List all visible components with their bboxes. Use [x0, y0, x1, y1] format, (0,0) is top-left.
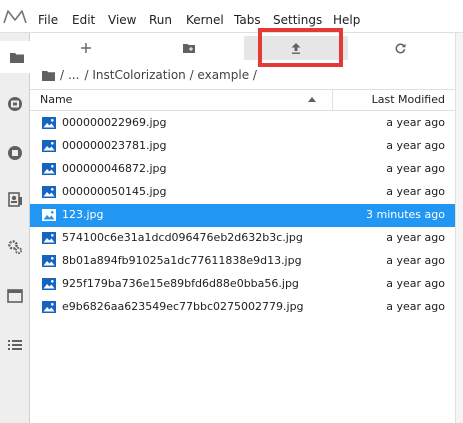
folder-icon: [10, 52, 24, 63]
file-modified-date: a year ago: [386, 254, 445, 267]
file-list-header: Name Last Modified: [30, 89, 463, 111]
last-modified-column-header[interactable]: Last Modified: [372, 93, 445, 106]
image-file-icon: [42, 278, 56, 290]
running-icon: [8, 97, 22, 111]
stop-icon: [8, 146, 22, 160]
file-modified-date: a year ago: [386, 162, 445, 175]
tabs-icon: [7, 289, 23, 303]
running-terminals-tab[interactable]: [0, 88, 30, 120]
home-folder-icon[interactable]: [42, 70, 55, 81]
name-column-header[interactable]: Name: [40, 93, 72, 106]
file-row[interactable]: 925f179ba736e15e89bfd6d88e0bba56.jpg a ye…: [30, 273, 455, 296]
file-name: 000000022969.jpg: [62, 116, 167, 129]
file-browser-tab[interactable]: [0, 41, 32, 73]
file-name: 000000046872.jpg: [62, 162, 167, 175]
left-sidebar: [0, 33, 32, 423]
file-row[interactable]: 123.jpg 3 minutes ago: [30, 204, 455, 227]
file-modified-date: a year ago: [386, 300, 445, 313]
menu-tabs[interactable]: Tabs: [234, 13, 261, 28]
new-folder-icon: [183, 44, 195, 53]
file-browser-toolbar: [30, 33, 463, 63]
commands-tab[interactable]: [0, 184, 30, 216]
menu-view[interactable]: View: [108, 13, 136, 28]
file-modified-date: a year ago: [386, 116, 445, 129]
file-row[interactable]: e9b6826aa623549ec77bbc0275002779.jpg a ye…: [30, 296, 455, 319]
right-panel-edge: [455, 33, 463, 423]
file-browser-panel: / ... / InstColorization / example / Nam…: [30, 33, 463, 423]
image-file-icon: [42, 186, 56, 198]
breadcrumb: / ... / InstColorization / example /: [42, 68, 257, 82]
breadcrumb-ellipsis[interactable]: ...: [68, 68, 79, 82]
menu-help[interactable]: Help: [333, 13, 360, 28]
file-modified-date: a year ago: [386, 139, 445, 152]
file-list: 000000022969.jpg a year ago 000000023781.j…: [30, 112, 463, 319]
menu-bar: File Edit View Run Kernel Tabs Settings …: [0, 0, 463, 33]
file-name: e9b6826aa623549ec77bbc0275002779.jpg: [62, 300, 304, 313]
file-row[interactable]: 574100c6e31a1dcd096476eb2d632b3c.jpg a ye…: [30, 227, 455, 250]
file-row[interactable]: 000000022969.jpg a year ago: [30, 112, 455, 135]
file-name: 000000050145.jpg: [62, 185, 167, 198]
table-of-contents-tab[interactable]: [0, 329, 30, 361]
menu-file[interactable]: File: [38, 13, 58, 28]
new-launcher-button[interactable]: [70, 36, 102, 60]
upload-button[interactable]: [244, 36, 348, 60]
menu-settings[interactable]: Settings: [273, 13, 322, 28]
breadcrumb-path[interactable]: / InstColorization / example /: [85, 68, 257, 82]
file-name: 574100c6e31a1dcd096476eb2d632b3c.jpg: [62, 231, 303, 244]
file-name: 123.jpg: [62, 208, 104, 221]
settings-icon: [8, 240, 23, 255]
tabs-tab[interactable]: [0, 280, 30, 312]
new-folder-button[interactable]: [173, 36, 205, 60]
column-divider: [332, 90, 333, 111]
toc-icon: [8, 340, 22, 350]
image-file-icon: [42, 163, 56, 175]
file-modified-date: a year ago: [386, 185, 445, 198]
sort-ascending-icon[interactable]: [308, 97, 316, 102]
image-file-icon: [42, 209, 56, 221]
upload-icon: [291, 42, 301, 54]
file-row[interactable]: 000000023781.jpg a year ago: [30, 135, 455, 158]
file-row[interactable]: 8b01a894fb91025a1dc77611838e9d13.jpg a ye…: [30, 250, 455, 273]
plus-icon: [81, 43, 91, 53]
image-file-icon: [42, 140, 56, 152]
image-file-icon: [42, 232, 56, 244]
file-name: 925f179ba736e15e89bfd6d88e0bba56.jpg: [62, 277, 299, 290]
stop-tab[interactable]: [0, 137, 30, 169]
file-name: 8b01a894fb91025a1dc77611838e9d13.jpg: [62, 254, 302, 267]
refresh-button[interactable]: [384, 36, 416, 60]
image-file-icon: [42, 117, 56, 129]
file-modified-date: 3 minutes ago: [366, 208, 445, 221]
file-name: 000000023781.jpg: [62, 139, 167, 152]
file-row[interactable]: 000000046872.jpg a year ago: [30, 158, 455, 181]
breadcrumb-root-separator: /: [60, 68, 65, 82]
menu-run[interactable]: Run: [149, 13, 172, 28]
commands-icon: [8, 192, 22, 207]
menu-edit[interactable]: Edit: [72, 13, 95, 28]
refresh-icon: [395, 43, 405, 53]
menu-kernel[interactable]: Kernel: [186, 13, 224, 28]
image-file-icon: [42, 301, 56, 313]
jupyter-logo-icon[interactable]: [2, 8, 28, 26]
file-modified-date: a year ago: [386, 277, 445, 290]
file-modified-date: a year ago: [386, 231, 445, 244]
image-file-icon: [42, 255, 56, 267]
settings-tab[interactable]: [0, 231, 30, 263]
file-row[interactable]: 000000050145.jpg a year ago: [30, 181, 455, 204]
